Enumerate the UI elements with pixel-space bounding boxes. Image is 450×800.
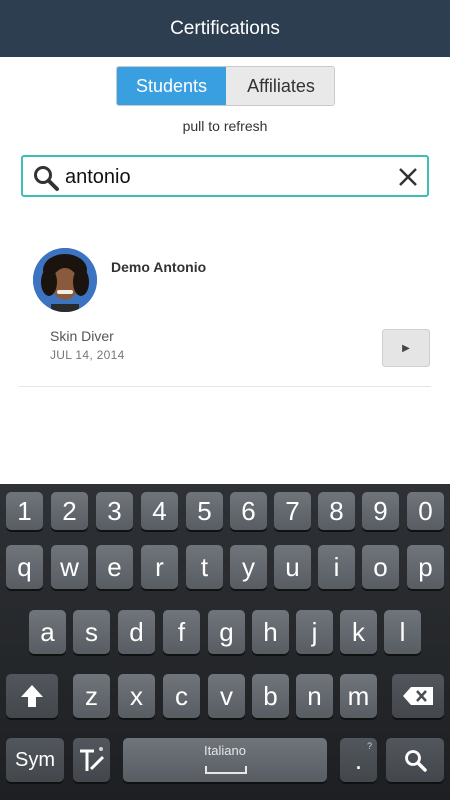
student-name: Demo Antonio [111, 259, 207, 275]
key-n[interactable]: n [296, 674, 333, 718]
more-punctuation-hint: ? [366, 741, 372, 751]
key-b[interactable]: b [252, 674, 289, 718]
key-k[interactable]: k [340, 610, 377, 654]
key-t[interactable]: t [186, 545, 223, 589]
key-3[interactable]: 3 [96, 492, 133, 530]
avatar [33, 248, 97, 312]
key-a[interactable]: a [29, 610, 66, 654]
page-title: Certifications [170, 17, 280, 39]
on-screen-keyboard: 1 2 3 4 5 6 7 8 9 0 q w e r t y u i o p … [0, 484, 450, 800]
sym-key[interactable]: Sym [6, 738, 64, 782]
shift-icon [21, 685, 43, 707]
key-f[interactable]: f [163, 610, 200, 654]
key-v[interactable]: v [208, 674, 245, 718]
period-label: . [354, 744, 363, 775]
list-item[interactable]: Demo Antonio Skin Diver JUL 14, 2014 ▶ [19, 226, 431, 387]
key-q[interactable]: q [6, 545, 43, 589]
key-8[interactable]: 8 [318, 492, 355, 530]
key-1[interactable]: 1 [6, 492, 43, 530]
search-key[interactable] [386, 738, 444, 782]
key-d[interactable]: d [118, 610, 155, 654]
refresh-hint: pull to refresh [182, 118, 268, 134]
search-icon [34, 166, 59, 191]
key-i[interactable]: i [318, 545, 355, 589]
key-7[interactable]: 7 [274, 492, 311, 530]
key-l[interactable]: l [384, 610, 421, 654]
space-icon [205, 766, 247, 774]
key-o[interactable]: o [362, 545, 399, 589]
shift-key[interactable] [6, 674, 58, 718]
key-4[interactable]: 4 [141, 492, 178, 530]
key-z[interactable]: z [73, 674, 110, 718]
key-6[interactable]: 6 [230, 492, 267, 530]
key-s[interactable]: s [73, 610, 110, 654]
tab-affiliates[interactable]: Affiliates [226, 67, 334, 105]
app-header: Certifications [0, 0, 450, 57]
tab-students[interactable]: Students [117, 67, 226, 105]
key-x[interactable]: x [118, 674, 155, 718]
search-field[interactable]: antonio [21, 155, 429, 197]
key-h[interactable]: h [252, 610, 289, 654]
key-9[interactable]: 9 [362, 492, 399, 530]
key-r[interactable]: r [141, 545, 178, 589]
segment-control: Students Affiliates [116, 66, 335, 106]
key-m[interactable]: m [340, 674, 377, 718]
key-j[interactable]: j [296, 610, 333, 654]
key-u[interactable]: u [274, 545, 311, 589]
certification-name: Skin Diver [50, 328, 114, 344]
play-icon: ▶ [402, 342, 410, 354]
key-y[interactable]: y [230, 545, 267, 589]
certification-date: JUL 14, 2014 [50, 348, 125, 362]
period-key[interactable]: . ? [340, 738, 377, 782]
key-0[interactable]: 0 [407, 492, 444, 530]
key-2[interactable]: 2 [51, 492, 88, 530]
close-icon[interactable] [397, 166, 419, 188]
text-settings-key[interactable] [73, 738, 110, 782]
backspace-key[interactable] [392, 674, 444, 718]
space-key[interactable]: Italiano [123, 738, 327, 782]
key-w[interactable]: w [51, 545, 88, 589]
key-p[interactable]: p [407, 545, 444, 589]
key-e[interactable]: e [96, 545, 133, 589]
language-label: Italiano [204, 743, 246, 758]
text-edit-icon [79, 747, 104, 771]
search-input[interactable]: antonio [65, 166, 131, 189]
key-5[interactable]: 5 [186, 492, 223, 530]
key-g[interactable]: g [208, 610, 245, 654]
search-icon [405, 750, 427, 772]
backspace-icon [403, 687, 433, 705]
key-c[interactable]: c [163, 674, 200, 718]
open-button[interactable]: ▶ [382, 329, 430, 367]
